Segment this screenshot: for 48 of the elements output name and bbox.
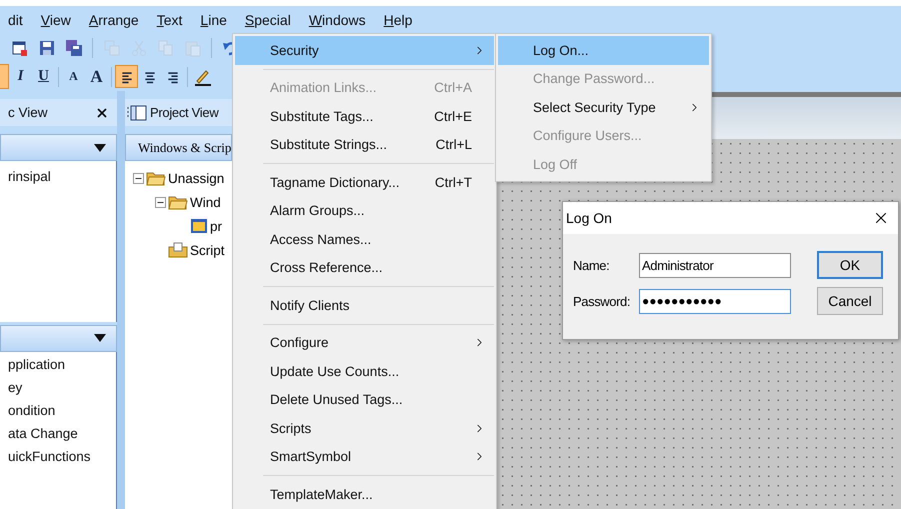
menu-item[interactable]: Update Use Counts...: [235, 357, 494, 386]
menu-bar-item[interactable]: Help: [384, 12, 412, 28]
menu-item[interactable]: SmartSymbol: [235, 442, 494, 471]
menu-bar-item[interactable]: Windows: [308, 12, 366, 28]
dialog-button[interactable]: Cancel: [817, 287, 883, 315]
menu-bar-item[interactable]: Text: [156, 12, 182, 28]
menu-bar-item[interactable]: Arrange: [88, 12, 139, 28]
menu-item[interactable]: Security: [235, 36, 494, 64]
menu-bar-item[interactable]: Line: [200, 12, 227, 28]
smaller-button[interactable]: A: [62, 65, 85, 88]
list-item[interactable]: rinsipal: [0, 165, 116, 188]
tree-item[interactable]: Script: [190, 242, 225, 258]
name-field[interactable]: Administrator: [639, 252, 791, 278]
list-item[interactable]: ondition: [0, 398, 116, 422]
menu-item[interactable]: Cross Reference...: [235, 254, 494, 282]
tree-item[interactable]: Wind: [190, 194, 221, 210]
menu-item[interactable]: Select Security Type: [498, 93, 709, 122]
tree-item[interactable]: pr: [210, 218, 222, 234]
list-item[interactable]: ey: [0, 376, 116, 398]
list-item[interactable]: ata Change: [0, 422, 116, 444]
dialog-title: Log On: [566, 210, 612, 226]
list-item[interactable]: uickFunctions: [0, 444, 116, 468]
menu-item[interactable]: Configure: [235, 328, 494, 357]
italic-button[interactable]: I: [9, 65, 32, 88]
menu-item[interactable]: Tagname Dictionary... Ctrl+T: [235, 168, 494, 196]
menu-item[interactable]: Alarm Groups...: [235, 196, 494, 225]
menu-item[interactable]: Notify Clients: [235, 291, 494, 320]
field-label: Password:: [573, 294, 632, 308]
password-field[interactable]: ●●●●●●●●●●●: [639, 288, 791, 314]
list-item[interactable]: pplication: [0, 352, 116, 376]
field-label: Name:: [573, 258, 610, 272]
dialog-button[interactable]: OK: [817, 251, 883, 279]
tree-item[interactable]: Unassign: [168, 170, 224, 186]
panel-tab[interactable]: Windows & Scrip: [125, 134, 232, 161]
menu-item[interactable]: Delete Unused Tags...: [235, 386, 494, 414]
menu-bar-item[interactable]: Special: [244, 12, 291, 28]
menu-bar-item[interactable]: dit: [8, 12, 23, 28]
menu-item[interactable]: Substitute Strings... Ctrl+L: [235, 130, 494, 159]
menu-item[interactable]: Substitute Tags... Ctrl+E: [235, 102, 494, 130]
menu-item[interactable]: Access Names...: [235, 225, 494, 254]
panel-title: c View: [8, 105, 48, 120]
menu-item[interactable]: TemplateMaker...: [235, 480, 494, 508]
menu-item[interactable]: Log On...: [498, 36, 709, 64]
underline-button[interactable]: U: [32, 65, 55, 88]
menu-bar-item[interactable]: View: [40, 12, 71, 28]
larger-button[interactable]: A: [85, 65, 108, 88]
menu-item[interactable]: Scripts: [235, 414, 494, 442]
panel-title: Project View: [150, 105, 218, 120]
